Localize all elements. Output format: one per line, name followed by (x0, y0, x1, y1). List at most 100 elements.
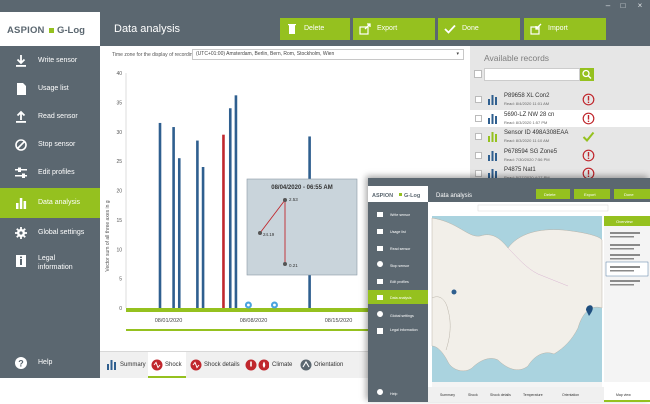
analysis-tabs: Summary Shock Shock details Climate Orie… (100, 351, 370, 378)
title-bar: – □ × (0, 0, 650, 12)
export-button[interactable]: Export (353, 18, 435, 40)
bar-chart-icon (488, 132, 497, 142)
inset-export-button: Export (584, 192, 596, 197)
record-row[interactable]: 5690-LZ NW 28 cn Read: 8/3/2020 1:57 PM (470, 109, 650, 127)
svg-text:?: ? (18, 359, 24, 369)
tab-orientation[interactable]: Orientation (297, 352, 357, 378)
import-icon (530, 23, 542, 35)
x-tick-label: 08/15/2020 (325, 318, 353, 324)
sidebar-item-help[interactable]: ? Help (0, 348, 100, 378)
map-view-window: ASPION G-Log Data analysis Delete Export… (368, 178, 650, 402)
record-checkbox[interactable] (475, 114, 482, 122)
bar (196, 140, 199, 308)
upload-icon (16, 110, 26, 123)
inset-brand-name: ASPION (372, 193, 393, 199)
y-tick-label: 30 (116, 130, 122, 136)
inset-nav-label: Write sensor (390, 213, 411, 217)
event-marker-icon (244, 301, 252, 309)
minimize-button[interactable]: – (602, 0, 614, 12)
sidebar-item-usage-list[interactable]: Usage list (0, 74, 100, 104)
sidebar-item-data-analysis[interactable]: Data analysis (0, 188, 100, 218)
record-checkbox[interactable] (475, 133, 482, 140)
delete-label: Delete (304, 25, 325, 32)
tooltip-value: 2.53 (289, 197, 298, 202)
page-title: Data analysis (114, 23, 181, 35)
event-marker-dot (273, 303, 276, 307)
sidebar-item-global-settings[interactable]: Global settings (0, 218, 100, 248)
warning-icon (582, 93, 595, 106)
gear-icon (15, 227, 27, 239)
delete-button[interactable]: Delete (280, 18, 350, 40)
search-button[interactable] (580, 68, 594, 81)
tab-label: Shock details (204, 362, 240, 368)
y-tick-label: 10 (116, 247, 122, 253)
sidebar-item-label: Write sensor (38, 57, 78, 64)
record-row[interactable]: Sensor ID 498A308EAA Read: 8/3/2020 11:10… (470, 128, 650, 145)
close-button[interactable]: × (634, 0, 646, 12)
event-marker-dot (247, 303, 250, 307)
sidebar-item-edit-profiles[interactable]: Edit profiles (0, 158, 100, 188)
tab-shock-details[interactable]: Shock details (187, 352, 241, 378)
import-label: Import (548, 25, 568, 32)
brand-logo: ASPION G-Log (0, 12, 100, 46)
y-tick-label: 40 (116, 71, 122, 77)
bar-chart-icon (107, 360, 116, 370)
tooltip-value: 0.21 (289, 263, 298, 268)
tab-summary[interactable]: Summary (100, 352, 147, 378)
sidebar-item-legal-information[interactable]: Legal information (0, 246, 100, 282)
inset-brand-product: G-Log (404, 193, 420, 199)
search-input[interactable] (484, 68, 580, 81)
tab-label: Climate (272, 362, 293, 368)
record-checkbox[interactable] (475, 151, 482, 159)
bar-chart-icon (488, 113, 497, 124)
sidebar-item-label: Global settings (38, 229, 85, 236)
tab-label: Shock (165, 362, 182, 368)
event-marker-icon (270, 301, 278, 309)
inset-title: Data analysis (436, 193, 472, 199)
record-checkbox[interactable] (475, 170, 482, 177)
bar-chart-icon (488, 95, 497, 105)
trash-icon (288, 24, 296, 34)
inset-map-header: Overview (616, 219, 633, 224)
inset-tab: Temperature (523, 393, 543, 397)
bar (158, 122, 162, 308)
bar-chart-icon (488, 150, 497, 161)
sidebar-item-stop-sensor[interactable]: Stop sensor (0, 130, 100, 160)
map-view-screenshot: ASPION G-Log Data analysis Delete Export… (368, 178, 650, 402)
x-tick-label: 08/08/2020 (240, 318, 268, 324)
record-row[interactable]: P678594 SG Zone5 Read: 7/30/2020 7:56 PM (470, 147, 650, 164)
done-button[interactable]: Done (438, 18, 520, 40)
record-name: P89658 XL Con2 (504, 93, 550, 99)
record-name: P4875 Nat1 (504, 167, 536, 173)
record-checkbox[interactable] (475, 96, 482, 103)
y-tick-label: 20 (116, 189, 122, 195)
tab-climate[interactable]: Climate (242, 352, 296, 378)
inset-nav-label: Data analysis (390, 296, 412, 300)
inset-nav-label: Legal information (390, 328, 418, 332)
sidebar-item-write-sensor[interactable]: Write sensor (0, 46, 100, 76)
inset-tab: Summary (440, 393, 455, 397)
y-tick-label: 25 (116, 159, 122, 165)
maximize-button[interactable]: □ (617, 0, 629, 12)
checkmark-icon (444, 24, 456, 34)
y-tick-label: 15 (116, 218, 122, 224)
inset-tab: Shock (468, 393, 478, 397)
done-label: Done (462, 25, 479, 32)
record-row[interactable]: P89658 XL Con2 Read: 8/4/2020 11:01 AM (470, 91, 650, 108)
sidebar-item-label: Legal information (38, 255, 73, 271)
thermometer-icon (245, 359, 269, 371)
help-icon: ? (15, 357, 27, 369)
select-all-checkbox[interactable] (474, 70, 482, 78)
import-button[interactable]: Import (524, 18, 606, 40)
inset-done-button: Done (624, 192, 634, 197)
inset-tab-active: Map view (616, 393, 631, 397)
inset-tab: Shock details (490, 393, 511, 397)
sidebar-item-read-sensor[interactable]: Read sensor (0, 102, 100, 132)
tab-shock[interactable]: Shock (148, 352, 186, 378)
y-tick-label: 35 (116, 100, 122, 106)
inset-nav-label: Usage list (390, 230, 406, 234)
sliders-icon (15, 167, 27, 178)
search-icon (582, 69, 592, 79)
sidebar-item-label: Edit profiles (38, 169, 75, 176)
inset-nav-label: Read sensor (390, 247, 411, 251)
